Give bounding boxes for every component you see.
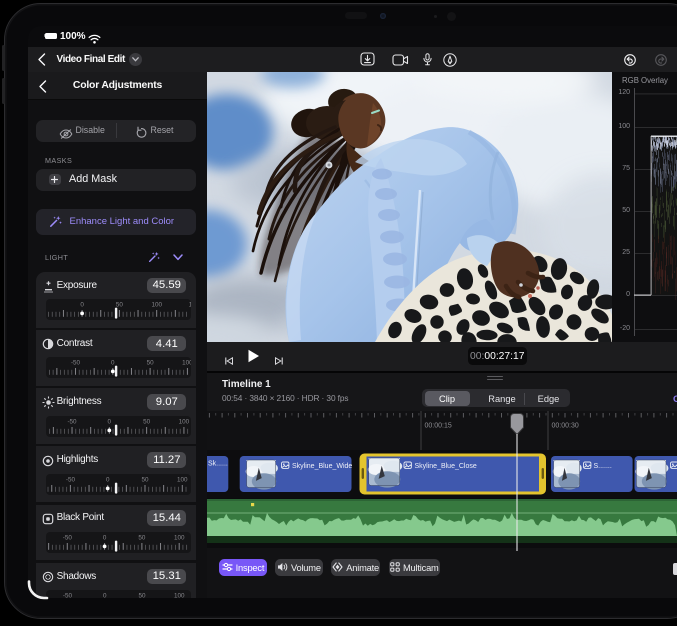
svg-text:0: 0 [106, 476, 110, 483]
svg-text:0: 0 [81, 302, 85, 309]
svg-text:150: 150 [189, 302, 191, 309]
svg-text:50: 50 [143, 418, 151, 425]
svg-text:00:00:30: 00:00:30 [552, 422, 579, 429]
svg-text:0: 0 [111, 360, 115, 367]
svg-text:-50: -50 [71, 360, 81, 367]
svg-text:Sk......: Sk...... [208, 461, 228, 468]
svg-text:50: 50 [139, 593, 147, 598]
svg-text:50: 50 [116, 302, 124, 309]
svg-text:Skyline_Blue_Close: Skyline_Blue_Close [415, 463, 477, 470]
svg-text:100: 100 [179, 418, 190, 425]
svg-text:50: 50 [147, 360, 155, 367]
svg-text:0: 0 [103, 593, 107, 598]
svg-text:-50: -50 [66, 476, 76, 483]
svg-text:00:00:15: 00:00:15 [425, 422, 452, 429]
svg-text:0: 0 [103, 534, 107, 541]
svg-text:0: 0 [108, 418, 112, 425]
svg-text:100: 100 [182, 360, 191, 367]
svg-text:100: 100 [174, 593, 185, 598]
svg-text:100: 100 [152, 302, 163, 309]
svg-text:-50: -50 [68, 418, 78, 425]
svg-text:-50: -50 [63, 593, 73, 598]
svg-text:50: 50 [139, 534, 147, 541]
svg-text:S.......: S....... [594, 463, 612, 470]
svg-text:Skyline_Blue_Wide: Skyline_Blue_Wide [292, 463, 352, 470]
svg-text:50: 50 [142, 476, 150, 483]
svg-text:100: 100 [177, 476, 188, 483]
svg-text:100: 100 [174, 534, 185, 541]
svg-text:-50: -50 [63, 534, 73, 541]
